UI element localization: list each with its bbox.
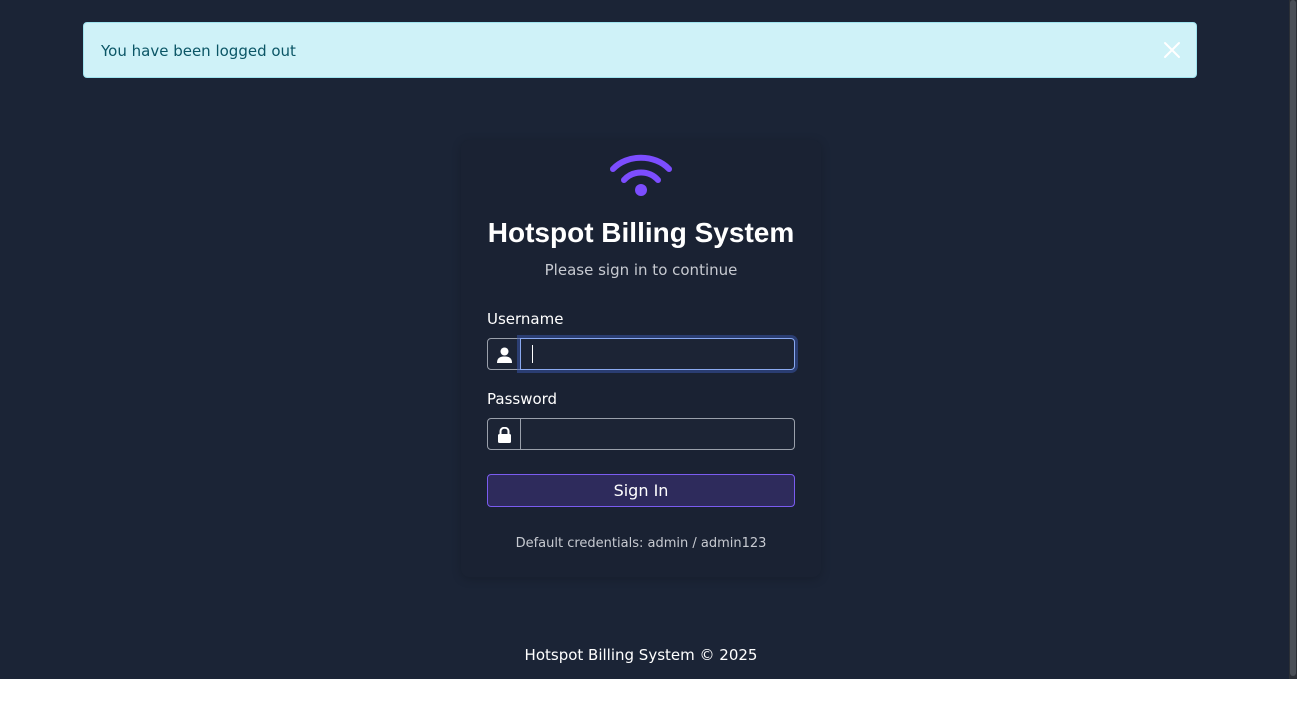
page-title: Hotspot Billing System bbox=[487, 217, 795, 248]
close-icon[interactable] bbox=[1162, 40, 1182, 60]
password-input[interactable] bbox=[520, 418, 795, 450]
alert-message: You have been logged out bbox=[101, 42, 296, 60]
password-group bbox=[487, 418, 795, 450]
wifi-icon bbox=[610, 153, 672, 199]
vertical-scrollbar[interactable] bbox=[1289, 0, 1297, 679]
username-input[interactable] bbox=[520, 338, 795, 370]
login-card: Hotspot Billing System Please sign in to… bbox=[461, 140, 821, 577]
page-subtitle: Please sign in to continue bbox=[544, 261, 738, 279]
text-caret bbox=[532, 345, 533, 363]
username-label: Username bbox=[487, 310, 564, 328]
footer-text: Hotspot Billing System © 2025 bbox=[524, 646, 758, 664]
username-group bbox=[487, 338, 795, 370]
logout-alert: You have been logged out bbox=[83, 22, 1197, 78]
scrollbar-thumb[interactable] bbox=[1290, 0, 1296, 676]
credentials-hint: Default credentials: admin / admin123 bbox=[515, 536, 767, 551]
user-icon bbox=[487, 338, 521, 370]
lock-icon bbox=[487, 418, 521, 450]
sign-in-button[interactable]: Sign In bbox=[487, 474, 795, 507]
password-label: Password bbox=[487, 390, 558, 408]
login-page: You have been logged out Hotspot Billing… bbox=[0, 0, 1289, 679]
